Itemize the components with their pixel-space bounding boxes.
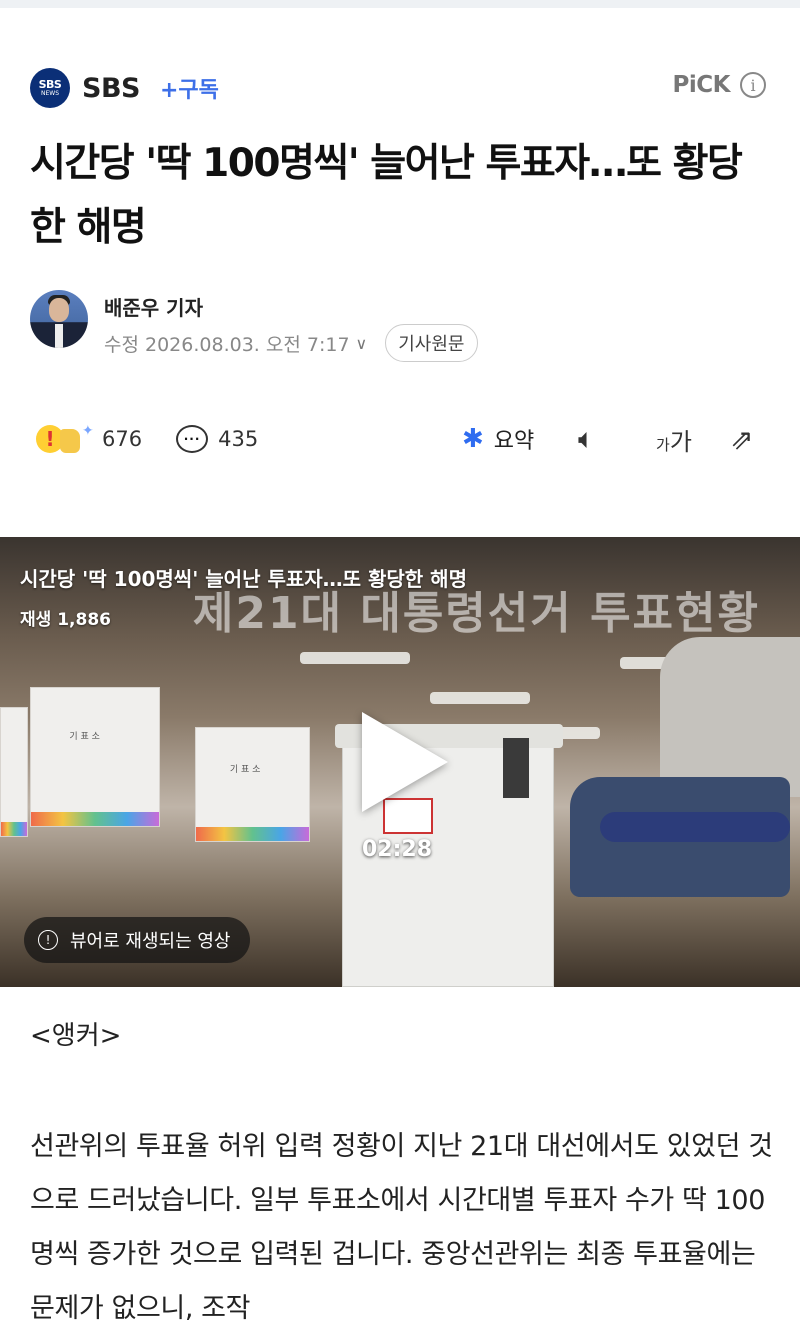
top-status-strip [0, 0, 800, 8]
ballot-box-clip [503, 738, 529, 798]
article-headline: 시간당 '딱 100명씩' 늘어난 투표자…또 황당한 해명 [30, 141, 743, 250]
summary-button[interactable]: ✱ 요약 [462, 423, 534, 455]
press-logo[interactable]: SBS NEWS [30, 68, 70, 108]
reaction-button[interactable]: ! ✦ 676 [30, 419, 142, 459]
chair-seat [600, 812, 790, 842]
voting-booth [0, 707, 28, 837]
font-size-small-label: 가 [656, 435, 670, 454]
chevron-down-icon[interactable]: ∨ [356, 334, 368, 353]
sparkle-icon: ✦ [82, 423, 94, 439]
original-article-button[interactable]: 기사원문 [385, 324, 478, 362]
comment-count: 435 [218, 427, 259, 451]
video-duration: 02:28 [362, 837, 433, 862]
article-meta: 수정 2026.08.03. 오전 7:17 ∨ 기사원문 [104, 324, 478, 362]
summary-icon: ✱ [462, 424, 484, 454]
anchor-label: <앵커> [30, 1021, 122, 1051]
font-size-button[interactable]: 가가 [656, 422, 692, 457]
video-play-count: 재생 1,886 [20, 610, 111, 630]
speaker-icon[interactable]: 🔈︎ [578, 422, 595, 456]
comment-icon: ··· [176, 425, 209, 453]
share-icon[interactable]: ⇗ [730, 423, 753, 456]
play-icon[interactable] [362, 712, 448, 812]
voting-booth: 기 표 소 [30, 687, 160, 827]
press-header: SBS NEWS SBS +구독 PiCK i [30, 66, 770, 110]
avatar-face [49, 298, 69, 322]
logo-subtext: NEWS [40, 90, 60, 97]
thumb-icon [60, 429, 80, 453]
pick-badge[interactable]: PiCK i [673, 72, 766, 98]
scene-light [300, 652, 410, 664]
article-action-bar: ! ✦ 676 ··· 435 ✱ 요약 🔈︎ 가가 ⇗ [30, 414, 770, 464]
pick-label: PiCK [672, 72, 731, 98]
subscribe-button[interactable]: +구독 [160, 72, 219, 104]
voting-booth: 기 표 소 [195, 727, 310, 842]
info-icon[interactable]: i [740, 72, 766, 98]
comment-button[interactable]: ··· 435 [176, 425, 258, 453]
logo-text: SBS [38, 78, 62, 91]
font-size-big-label: 가 [669, 427, 692, 456]
viewer-notice-text: 뷰어로 재생되는 영상 [70, 931, 231, 952]
booth-sign: 기 표 소 [229, 764, 261, 775]
booth-stripe [1, 822, 27, 836]
person-torso [660, 637, 800, 797]
viewer-notice-badge[interactable]: ! 뷰어로 재생되는 영상 [24, 917, 251, 963]
reaction-emoji-icon: ! ✦ [30, 419, 94, 459]
article-body-paragraph: 선관위의 투표율 허위 입력 정황이 지난 21대 대선에서도 있었던 것으로 … [30, 1131, 773, 1324]
avatar-shirt [55, 324, 63, 348]
info-icon: ! [38, 930, 58, 950]
video-title: 시간당 '딱 100명씩' 늘어난 투표자…또 황당한 해명 [20, 567, 467, 591]
reporter-avatar[interactable] [30, 290, 88, 348]
reaction-count: 676 [102, 427, 143, 451]
press-name[interactable]: SBS [82, 73, 140, 104]
modified-date: 수정 2026.08.03. 오전 7:17 [104, 333, 350, 356]
reporter-info: 배준우 기자 수정 2026.08.03. 오전 7:17 ∨ 기사원문 [30, 290, 770, 362]
reporter-name[interactable]: 배준우 기자 [104, 292, 203, 321]
summary-label: 요약 [493, 429, 535, 454]
scene-light [430, 692, 530, 704]
booth-stripe [31, 812, 159, 826]
booth-sign: 기 표 소 [69, 732, 100, 743]
video-player[interactable]: 제21대 대통령선거 투표현황 기 표 소 기 표 소 시간당 '딱 100명씩… [0, 537, 800, 987]
booth-stripe [196, 827, 309, 841]
